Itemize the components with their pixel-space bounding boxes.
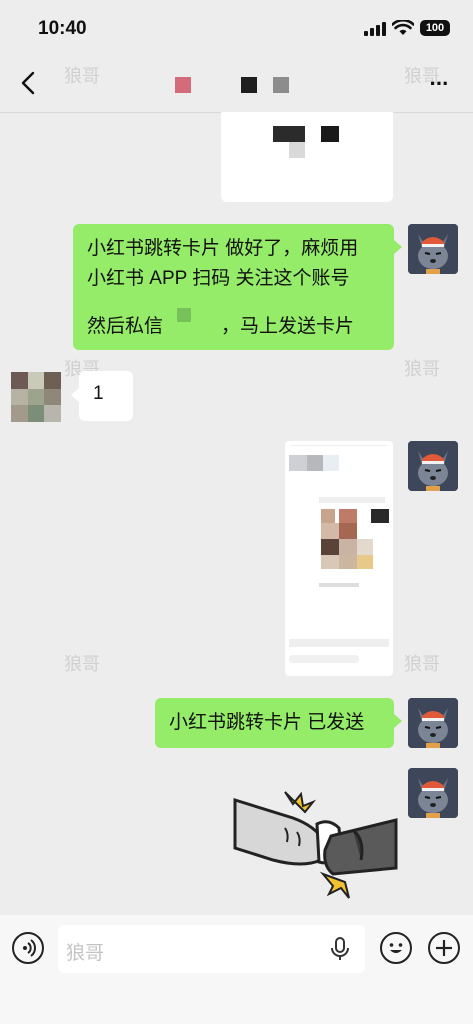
back-icon bbox=[21, 71, 35, 95]
watermark: 狼哥 bbox=[404, 359, 440, 379]
handshake-sticker[interactable] bbox=[233, 790, 398, 900]
input-placeholder: 狼哥 bbox=[66, 943, 105, 964]
wolf-avatar-icon bbox=[408, 224, 458, 274]
voice-icon bbox=[23, 939, 36, 957]
wifi-icon bbox=[392, 20, 414, 35]
microphone-icon[interactable] bbox=[329, 936, 351, 962]
status-bar: 10:40 100 bbox=[0, 0, 473, 54]
avatar[interactable] bbox=[408, 441, 458, 491]
voice-button[interactable] bbox=[12, 932, 44, 964]
watermark: 狼哥 bbox=[64, 66, 100, 86]
emoji-icon bbox=[389, 943, 403, 953]
watermark: 狼哥 bbox=[404, 654, 440, 674]
received-message[interactable]: 1 bbox=[79, 371, 133, 421]
watermark: 狼哥 bbox=[404, 66, 440, 86]
bubble-tail bbox=[71, 388, 79, 402]
wolf-avatar-icon bbox=[408, 768, 458, 818]
back-button[interactable] bbox=[14, 68, 42, 98]
message-text: 小红书跳转卡片 做好了，麻烦用 bbox=[87, 238, 359, 259]
wolf-avatar-icon bbox=[408, 441, 458, 491]
wolf-avatar-icon bbox=[408, 698, 458, 748]
avatar[interactable] bbox=[408, 224, 458, 274]
message-text: 1 bbox=[93, 383, 104, 404]
plus-button[interactable] bbox=[428, 932, 460, 964]
sent-message[interactable]: 小红书跳转卡片 已发送 bbox=[155, 698, 394, 748]
watermark: 狼哥 bbox=[64, 654, 100, 674]
avatar[interactable] bbox=[11, 372, 61, 422]
sent-message[interactable]: 小红书跳转卡片 做好了，麻烦用 小红书 APP 扫码 关注这个账号 然后私信 ，… bbox=[73, 224, 394, 350]
message-text: 小红书 APP 扫码 关注这个账号 bbox=[87, 268, 350, 289]
message-text: 小红书跳转卡片 已发送 bbox=[169, 712, 365, 733]
image-message[interactable] bbox=[221, 112, 393, 202]
signal-icon bbox=[364, 22, 386, 36]
status-time: 10:40 bbox=[38, 18, 87, 39]
avatar[interactable] bbox=[408, 768, 458, 818]
emoji-button[interactable] bbox=[380, 932, 412, 964]
screenshot-message[interactable] bbox=[285, 441, 393, 676]
message-text: 然后私信 bbox=[87, 316, 164, 337]
battery-indicator: 100 bbox=[420, 20, 450, 36]
avatar[interactable] bbox=[408, 698, 458, 748]
plus-icon bbox=[436, 940, 452, 956]
message-text: ，马上发送卡片 bbox=[221, 316, 355, 337]
bubble-tail bbox=[394, 714, 402, 728]
bubble-tail bbox=[394, 240, 402, 254]
message-input[interactable] bbox=[58, 925, 365, 973]
redacted-block bbox=[177, 308, 191, 322]
